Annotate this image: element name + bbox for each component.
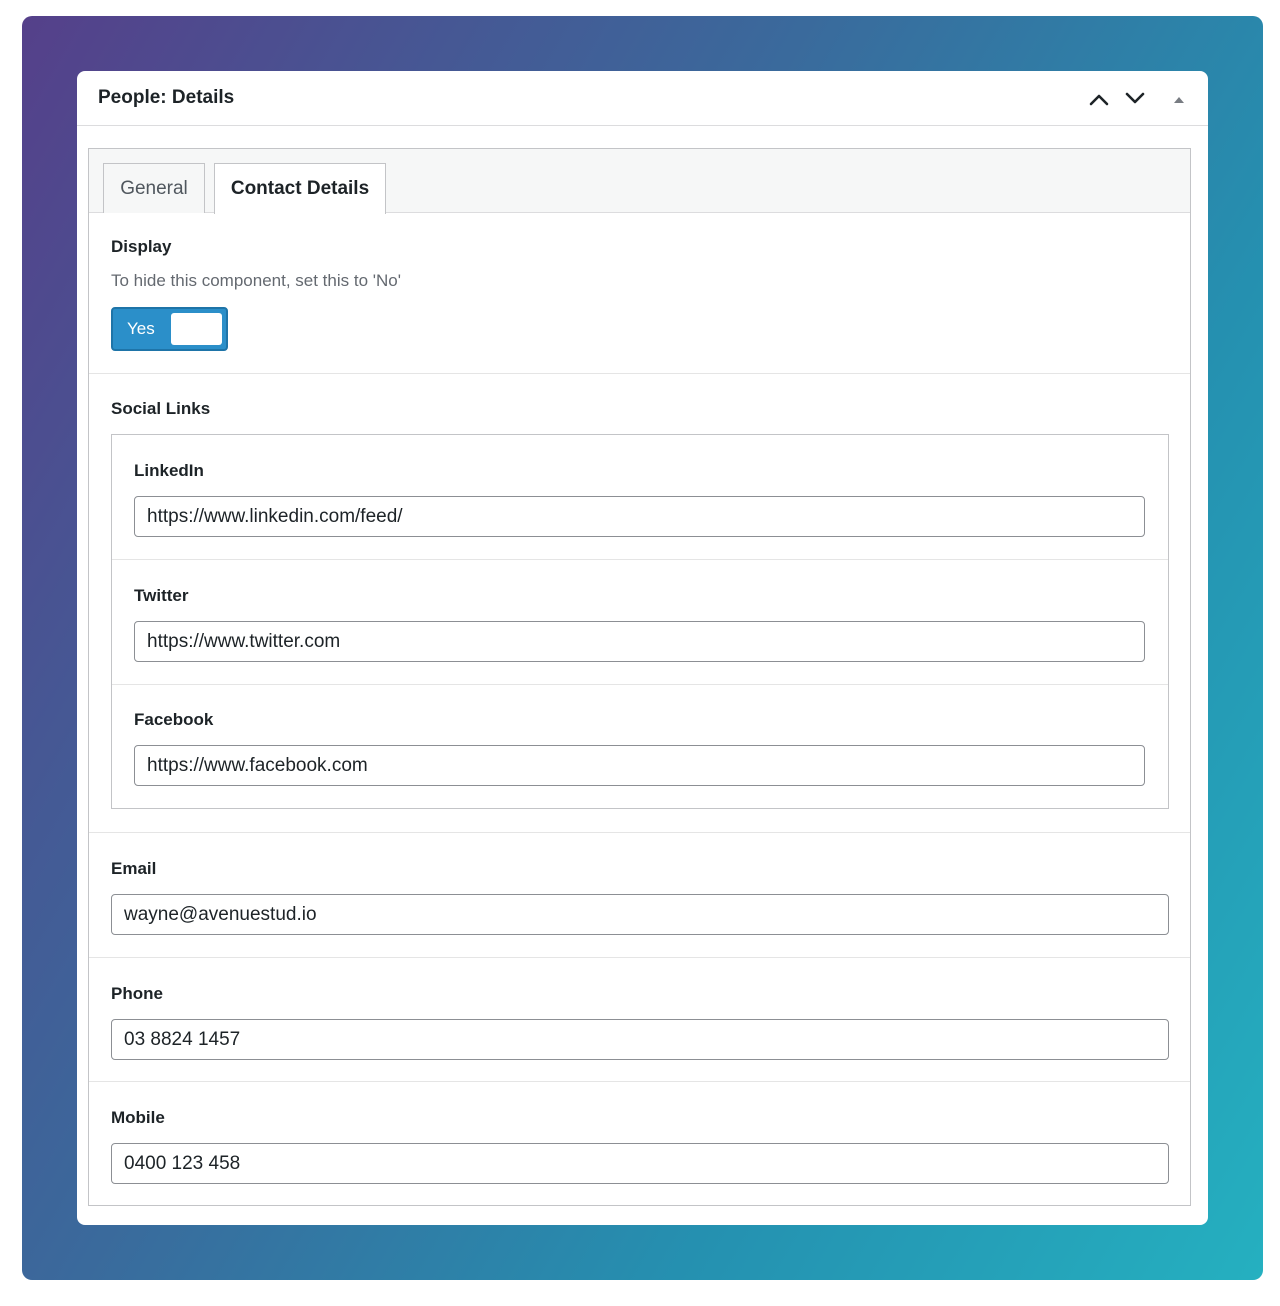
move-up-button[interactable] xyxy=(1084,84,1114,114)
triangle-up-icon xyxy=(1174,96,1184,103)
linkedin-row: LinkedIn https://www.linkedin.com/feed/ xyxy=(112,435,1168,560)
mobile-label: Mobile xyxy=(111,1108,165,1127)
twitter-input[interactable]: https://www.twitter.com xyxy=(134,621,1145,662)
mobile-section: Mobile 0400 123 458 xyxy=(89,1082,1190,1205)
display-section: Display To hide this component, set this… xyxy=(89,149,1190,374)
email-section: Email wayne@avenuestud.io xyxy=(89,833,1190,958)
email-input[interactable]: wayne@avenuestud.io xyxy=(111,894,1169,935)
chevron-up-icon xyxy=(1089,94,1109,105)
facebook-label: Facebook xyxy=(134,710,214,729)
move-down-button[interactable] xyxy=(1120,84,1150,114)
mobile-input[interactable]: 0400 123 458 xyxy=(111,1143,1169,1184)
phone-label: Phone xyxy=(111,984,163,1003)
facebook-input[interactable]: https://www.facebook.com xyxy=(134,745,1145,786)
social-links-label: Social Links xyxy=(111,399,211,418)
linkedin-input[interactable]: https://www.linkedin.com/feed/ xyxy=(134,496,1145,537)
panel-title: People: Details xyxy=(98,87,235,108)
toggle-knob xyxy=(171,313,222,345)
phone-input[interactable]: 03 8824 1457 xyxy=(111,1019,1169,1060)
toggle-state-label: Yes xyxy=(127,319,155,338)
chevron-down-icon xyxy=(1125,92,1145,103)
people-details-panel: People: Details General Contact Details … xyxy=(77,71,1208,1225)
panel-header: People: Details xyxy=(77,71,1208,126)
facebook-row: Facebook https://www.facebook.com xyxy=(112,684,1168,809)
display-label: Display xyxy=(111,237,172,256)
social-links-group: LinkedIn https://www.linkedin.com/feed/ … xyxy=(111,434,1169,809)
twitter-row: Twitter https://www.twitter.com xyxy=(112,560,1168,685)
linkedin-label: LinkedIn xyxy=(134,461,204,480)
phone-section: Phone 03 8824 1457 xyxy=(89,958,1190,1082)
display-toggle-switch[interactable]: Yes xyxy=(111,307,228,351)
panel-controls xyxy=(1084,71,1194,126)
fields-container: General Contact Details Display To hide … xyxy=(88,148,1191,1206)
twitter-label: Twitter xyxy=(134,586,189,605)
collapse-toggle-button[interactable] xyxy=(1164,84,1194,114)
display-description: To hide this component, set this to 'No' xyxy=(111,271,401,290)
email-label: Email xyxy=(111,859,157,878)
